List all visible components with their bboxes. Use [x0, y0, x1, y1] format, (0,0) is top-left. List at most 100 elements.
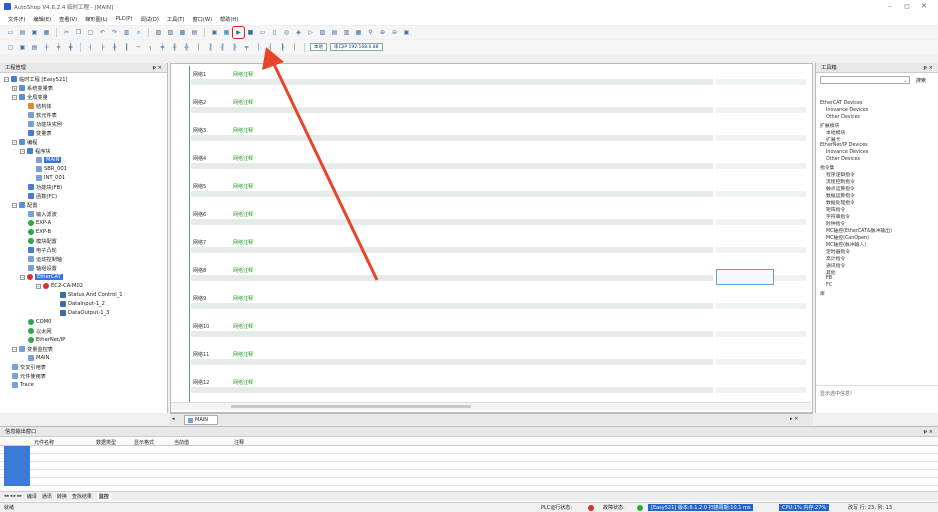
tree-node-progblock[interactable]: − 程序块 — [20, 147, 51, 155]
insert-row-icon[interactable]: ╂ — [110, 43, 119, 52]
rung-comment[interactable]: 网络注释 — [233, 323, 253, 330]
redo-icon[interactable]: ↷ — [110, 28, 119, 37]
tree-node-expa[interactable]: EXP-A — [28, 219, 51, 227]
hline-icon[interactable]: ┼ — [42, 43, 51, 52]
ladder-rung[interactable]: 网络10 网络注释 — [171, 318, 811, 346]
tree-node-expb[interactable]: EXP-B — [28, 228, 51, 236]
table-row[interactable] — [0, 478, 938, 486]
tree-node-cam[interactable]: 电子凸轮 — [28, 246, 57, 254]
toolbox-item[interactable]: EtherCAT Devices — [820, 101, 863, 106]
menu-file[interactable]: 文件(F) — [8, 16, 25, 23]
falling-icon[interactable]: ├ — [98, 43, 107, 52]
toolbox-item[interactable]: MC轴控(EtherCAT&脉冲输出) — [826, 227, 892, 234]
diagnose-icon[interactable]: ▤ — [330, 28, 339, 37]
label-icon[interactable]: ╤ — [242, 43, 251, 52]
rung-comment[interactable]: 网络注释 — [233, 155, 253, 162]
tree-node-pdo1[interactable]: Status And Control_1 — [60, 291, 123, 299]
menu-view[interactable]: 查看(V) — [59, 16, 77, 23]
toolbox-item[interactable]: 本地模块 — [826, 129, 845, 136]
horizontal-scrollbar[interactable] — [171, 402, 811, 410]
ladder-rung[interactable]: 网络6 网络注释 — [171, 206, 811, 234]
func-icon[interactable]: ╫ — [170, 43, 179, 52]
maximize-button[interactable]: ◻ — [900, 2, 914, 10]
tab-main[interactable]: MAIN — [184, 415, 218, 425]
ladder-rung[interactable]: 网络2 网络注释 — [171, 94, 811, 122]
download-icon[interactable]: ▩ — [178, 28, 187, 37]
vline-icon[interactable]: ┿ — [54, 43, 63, 52]
tab-find[interactable]: 查找结果 — [72, 493, 92, 500]
upload-icon[interactable]: ▤ — [190, 28, 199, 37]
plc-pause-icon[interactable]: ■ — [246, 28, 255, 37]
tree-node-filter[interactable]: 输入滤波 — [28, 210, 57, 218]
ladder-rung[interactable]: 网络1 网络注释 — [171, 66, 811, 94]
rung-comment[interactable]: 网络注释 — [233, 127, 253, 134]
rung-comment[interactable]: 网络注释 — [233, 239, 253, 246]
copy-icon[interactable]: ❐ — [74, 28, 83, 37]
rung-comment[interactable]: 网络注释 — [233, 183, 253, 190]
tab-monitor[interactable]: 监控 — [96, 493, 111, 500]
toolbox-item[interactable]: 流程控制指令 — [826, 178, 855, 185]
toolbox-item[interactable]: 程序逻辑指令 — [826, 171, 855, 178]
tree-node-int[interactable]: INT_001 — [36, 174, 65, 182]
branch-icon[interactable]: ╋ — [66, 43, 75, 52]
tree-node-pdo2[interactable]: DataInput-1_2 — [60, 300, 105, 308]
tab-nav-icon[interactable]: ▸ × — [790, 416, 798, 422]
return-icon[interactable]: │ — [254, 43, 263, 52]
tree-node-axis[interactable]: 运动控制轴 — [28, 255, 62, 263]
write-value-icon[interactable]: ▨ — [318, 28, 327, 37]
toolbox-item[interactable]: 指令集 — [820, 164, 834, 171]
menu-ladder[interactable]: 梯形图(L) — [85, 16, 108, 23]
tab-convert[interactable]: 转换 — [57, 493, 67, 500]
toolbox-item[interactable]: 高计指令 — [826, 255, 845, 262]
force-icon[interactable]: ◈ — [294, 28, 303, 37]
plc-stop-icon[interactable]: ▣ — [210, 28, 219, 37]
online-edit-icon[interactable]: ▷ — [306, 28, 315, 37]
pin-close-icon[interactable]: ᵽ × — [924, 429, 933, 435]
tree-node-program[interactable]: − 编程 — [12, 138, 37, 146]
toolbox-item[interactable]: Inovance Devices — [826, 108, 868, 113]
toolbox-item[interactable]: 其他 — [826, 269, 836, 276]
call-icon[interactable]: ┤ — [266, 43, 275, 52]
ladder-rung[interactable]: 网络11 网络注释 — [171, 346, 811, 374]
toolbox-item[interactable]: MC轴控(CanOpen) — [826, 234, 869, 241]
cut-icon[interactable]: ✂ — [62, 28, 71, 37]
table-row[interactable] — [0, 462, 938, 470]
tree-node-main[interactable]: MAIN — [36, 156, 62, 164]
plc-info-icon[interactable]: ▦ — [222, 28, 231, 37]
compile-all-icon[interactable]: ▨ — [166, 28, 175, 37]
reset-icon[interactable]: ╢ — [218, 43, 227, 52]
toolbox-item[interactable]: 通讯指令 — [826, 262, 845, 269]
monitor-edit-icon[interactable]: ▯ — [270, 28, 279, 37]
monitor-icon[interactable]: ▭ — [258, 28, 267, 37]
menu-tools[interactable]: 工具(T) — [167, 16, 185, 23]
tab-nav-icon[interactable]: ◂◂ ◂ ▸ ▸▸ — [4, 494, 22, 499]
toolbox-item[interactable]: 定时器指令 — [826, 248, 850, 255]
toolbox-item[interactable]: 库 — [820, 290, 825, 297]
coil-icon[interactable]: ▤ — [30, 43, 39, 52]
tree-node-xref[interactable]: 交叉引用表 — [12, 363, 46, 371]
tree-node-ethercat[interactable]: − EtherCAT — [20, 273, 63, 281]
tree-node-pdo3[interactable]: DataOutput-1_3 — [60, 309, 109, 317]
close-button[interactable]: ✕ — [917, 2, 931, 10]
add-icon[interactable]: ⊕ — [378, 28, 387, 37]
toolbox-item[interactable]: 时钟指令 — [826, 220, 845, 227]
open-folder-icon[interactable]: ▤ — [18, 28, 27, 37]
toolbox-item[interactable]: Inovance Devices — [826, 150, 868, 155]
menu-plc[interactable]: PLC(P) — [116, 16, 133, 22]
print-icon[interactable]: ▦ — [42, 28, 51, 37]
ladder-rung[interactable]: 网络7 网络注释 — [171, 234, 811, 262]
tree-node-module[interactable]: 模块配置 — [28, 237, 57, 245]
table-row[interactable] — [0, 454, 938, 462]
tree-node-sbr[interactable]: SBR_001 — [36, 165, 67, 173]
tree-node-struct[interactable]: 结构体 — [28, 102, 52, 110]
tree-node-monitor-main[interactable]: MAIN — [28, 354, 49, 362]
tab-scroll-left-icon[interactable]: ◂ — [172, 416, 175, 422]
paste-icon[interactable]: ▢ — [86, 28, 95, 37]
rung-comment[interactable]: 网络注释 — [233, 351, 253, 358]
ladder-rung[interactable]: 网络3 网络注释 — [171, 122, 811, 150]
minimize-button[interactable]: – — [883, 2, 897, 10]
compile-icon[interactable]: ▧ — [154, 28, 163, 37]
toolbox-item[interactable]: 数据处理指令 — [826, 199, 855, 206]
tree-node-fc[interactable]: 函数(FC) — [28, 192, 57, 200]
toolbox-item[interactable]: MC轴控(脉冲输入) — [826, 241, 866, 248]
